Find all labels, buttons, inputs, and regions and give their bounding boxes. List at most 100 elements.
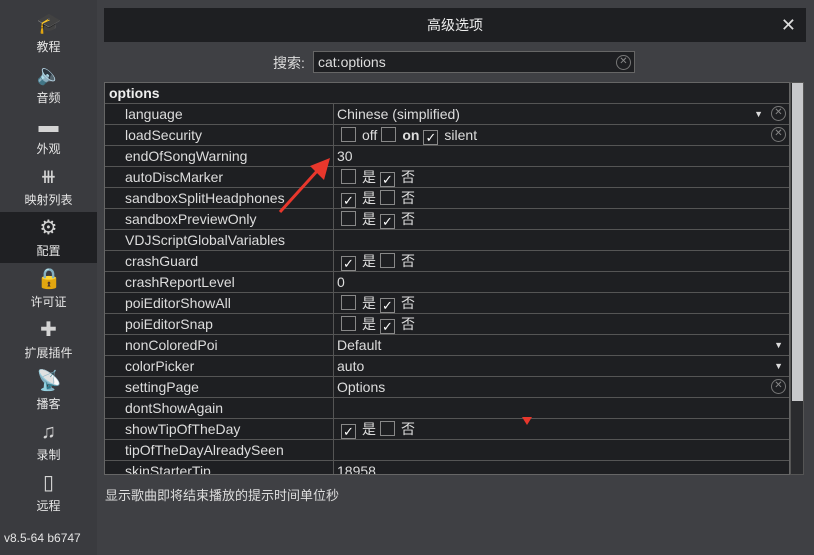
option-value[interactable]: 18958 — [334, 461, 789, 475]
table-row: poiEditorShowAll 是 ✓ 否 — [105, 293, 789, 314]
option-value: ✓ 是 否 — [334, 419, 789, 439]
checkbox-label: 否 — [401, 421, 415, 437]
sidebar-item-8[interactable]: ♫ 录制 — [0, 416, 97, 467]
sidebar-item-1[interactable]: 🔈 音频 — [0, 59, 97, 110]
chevron-down-icon[interactable]: ▼ — [754, 104, 763, 124]
sidebar: 🎓 教程 🔈 音频 ▬ 外观 ⧻ 映射列表 ⚙ 配置 🔒 许可证 ✚ 扩展插件 📡 播客 ♫ 录制 ▯ 远程 — [0, 0, 97, 555]
option-key: crashReportLevel — [105, 272, 334, 292]
scrollbar[interactable] — [790, 82, 804, 475]
sidebar-item-label: 许可证 — [30, 295, 67, 309]
option-value[interactable]: auto ▼ — [334, 356, 789, 376]
option-value[interactable]: Options ✕ — [334, 377, 789, 397]
table-row: sandboxSplitHeadphones ✓ 是 否 — [105, 188, 789, 209]
table-row: sandboxPreviewOnly 是 ✓ 否 — [105, 209, 789, 230]
option-key: showTipOfTheDay — [105, 419, 334, 439]
checkbox-label: 是 — [362, 211, 376, 227]
sidebar-item-label: 录制 — [36, 448, 61, 462]
option-value-text: Default — [337, 337, 382, 353]
option-value-text: Options — [337, 379, 386, 395]
option-value: ✓ 是 否 — [334, 188, 789, 208]
checkbox-unchecked[interactable] — [380, 421, 395, 436]
mixer-icon: ⧻ — [40, 166, 57, 188]
checkbox-unchecked[interactable] — [341, 211, 356, 226]
sidebar-item-label: 映射列表 — [24, 193, 73, 207]
checkbox-label: off — [362, 127, 378, 143]
chevron-down-icon[interactable]: ▼ — [774, 335, 783, 355]
option-key: VDJScriptGlobalVariables — [105, 230, 334, 250]
checkbox-checked[interactable]: ✓ — [341, 256, 356, 271]
table-row: colorPicker auto ▼ — [105, 356, 789, 377]
checkbox-label: 是 — [362, 169, 376, 185]
clear-value-icon[interactable]: ✕ — [771, 127, 786, 142]
sidebar-item-2[interactable]: ▬ 外观 — [0, 110, 97, 161]
checkbox-unchecked[interactable] — [380, 253, 395, 268]
options-table: options language Chinese (simplified) ▼ ✕ lo… — [104, 82, 790, 475]
option-key: poiEditorShowAll — [105, 293, 334, 313]
checkbox-unchecked[interactable] — [381, 127, 397, 142]
checkbox-checked[interactable]: ✓ — [380, 172, 395, 187]
sidebar-item-5[interactable]: 🔒 许可证 — [0, 263, 97, 314]
option-value[interactable]: 30 — [334, 146, 789, 166]
checkbox-checked[interactable]: ✓ — [341, 193, 356, 208]
option-value[interactable]: Chinese (simplified) ▼ ✕ — [334, 104, 789, 124]
option-key: settingPage — [105, 377, 334, 397]
option-value[interactable] — [334, 398, 789, 418]
option-key: crashGuard — [105, 251, 334, 271]
sidebar-item-7[interactable]: 📡 播客 — [0, 365, 97, 416]
search-label: 搜索: — [273, 55, 305, 71]
search-input[interactable]: cat:options ✕ — [313, 51, 635, 73]
sidebar-item-0[interactable]: 🎓 教程 — [0, 8, 97, 59]
option-value[interactable]: 0 — [334, 272, 789, 292]
checkbox-checked[interactable]: ✓ — [380, 319, 395, 334]
checkbox-checked[interactable]: ✓ — [380, 214, 395, 229]
option-value-text: 18958 — [337, 463, 376, 475]
table-row: VDJScriptGlobalVariables — [105, 230, 789, 251]
section-header: options — [105, 83, 789, 104]
option-value[interactable]: Default ▼ — [334, 335, 789, 355]
dialog-title: 高级选项 — [427, 17, 483, 33]
checkbox-label: 否 — [401, 316, 415, 332]
checkbox-unchecked[interactable] — [341, 169, 356, 184]
scrollbar-thumb[interactable] — [792, 83, 803, 401]
option-key: sandboxPreviewOnly — [105, 209, 334, 229]
table-row: showTipOfTheDay ✓ 是 否 — [105, 419, 789, 440]
clear-value-icon[interactable]: ✕ — [771, 106, 786, 121]
table-row: endOfSongWarning 30 — [105, 146, 789, 167]
option-value: off on ✓ silent ✕ — [334, 125, 789, 145]
table-row: dontShowAgain — [105, 398, 789, 419]
sidebar-item-label: 音频 — [36, 91, 61, 105]
chevron-down-icon[interactable]: ▼ — [774, 356, 783, 376]
checkbox-label: 否 — [401, 253, 415, 269]
sidebar-item-label: 教程 — [36, 40, 61, 54]
option-value: 是 ✓ 否 — [334, 209, 789, 229]
checkbox-label: silent — [444, 127, 478, 143]
sidebar-item-4[interactable]: ⚙ 配置 — [0, 212, 97, 263]
clear-search-icon[interactable]: ✕ — [616, 55, 631, 70]
music-folder-icon: ♫ — [41, 421, 56, 443]
table-row: crashReportLevel 0 — [105, 272, 789, 293]
sidebar-item-6[interactable]: ✚ 扩展插件 — [0, 314, 97, 365]
table-row: poiEditorSnap 是 ✓ 否 — [105, 314, 789, 335]
sidebar-item-3[interactable]: ⧻ 映射列表 — [0, 161, 97, 212]
sidebar-item-9[interactable]: ▯ 远程 — [0, 467, 97, 518]
table-row: crashGuard ✓ 是 否 — [105, 251, 789, 272]
checkbox-checked[interactable]: ✓ — [341, 424, 356, 439]
checkbox-checked[interactable]: ✓ — [423, 130, 439, 145]
option-value[interactable] — [334, 230, 789, 250]
option-key: skinStarterTip — [105, 461, 334, 474]
checkbox-checked[interactable]: ✓ — [380, 298, 395, 313]
search-value: cat:options — [318, 54, 386, 70]
option-value-text: 30 — [337, 148, 353, 164]
option-value[interactable] — [334, 440, 789, 460]
checkbox-label: 是 — [362, 190, 376, 206]
checkbox-unchecked[interactable] — [380, 190, 395, 205]
checkbox-label: on — [402, 127, 420, 143]
checkbox-unchecked[interactable] — [341, 127, 356, 142]
table-row: nonColoredPoi Default ▼ — [105, 335, 789, 356]
clear-value-icon[interactable]: ✕ — [771, 379, 786, 394]
dialog-titlebar: 高级选项 ✕ — [104, 8, 806, 42]
checkbox-unchecked[interactable] — [341, 316, 356, 331]
checkbox-unchecked[interactable] — [341, 295, 356, 310]
close-icon[interactable]: ✕ — [781, 8, 796, 42]
table-row: loadSecurity off on ✓ silent ✕ — [105, 125, 789, 146]
